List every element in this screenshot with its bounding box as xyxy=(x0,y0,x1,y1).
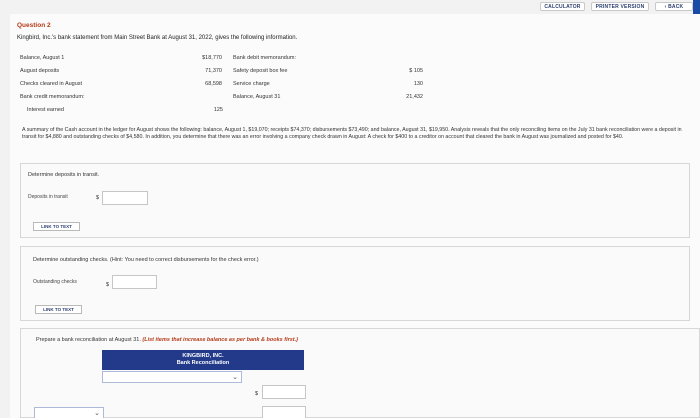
company-name: KINGBIRD, INC. xyxy=(182,353,224,359)
question-intro: Kingbird, Inc.'s bank statement from Mai… xyxy=(17,35,298,41)
fact-label: Bank debit memorandum: xyxy=(233,55,296,61)
fact-label: Bank credit memorandum: xyxy=(20,94,85,100)
link-to-text-button[interactable]: LINK TO TEXT xyxy=(33,222,80,231)
back-button[interactable]: ‹ BACK xyxy=(655,2,693,11)
statement-title: Bank Reconciliation xyxy=(176,360,230,366)
reconciliation-item-select-2[interactable]: ⌄ xyxy=(34,407,104,418)
currency-symbol: $ xyxy=(96,195,100,201)
cash-summary-paragraph: A summary of the Cash account in the led… xyxy=(22,127,682,140)
reconciliation-header: KINGBIRD, INC. Bank Reconciliation xyxy=(102,350,304,370)
question-title: Question 2 xyxy=(17,22,51,29)
chevron-down-icon: ⌄ xyxy=(94,410,100,417)
fact-label: Interest earned xyxy=(27,107,64,113)
fact-label: Service charge xyxy=(233,81,270,87)
top-toolbar: CALCULATOR PRINTER VERSION ‹ BACK xyxy=(0,0,700,14)
fact-label: Balance, August 31 xyxy=(233,94,281,100)
reconciliation-amount-input-2[interactable] xyxy=(262,406,306,418)
part3-instruction-text: Prepare a bank reconciliation at August … xyxy=(36,337,141,343)
chevron-down-icon: ⌄ xyxy=(232,374,238,381)
fact-value: $18,770 xyxy=(202,55,222,61)
part2-instruction: Determine outstanding checks. (Hint: You… xyxy=(33,257,259,263)
calculator-button[interactable]: CALCULATOR xyxy=(540,2,585,11)
part3-instruction: Prepare a bank reconciliation at August … xyxy=(36,337,298,343)
fact-value: 71,370 xyxy=(205,68,222,74)
deposits-in-transit-input[interactable] xyxy=(102,191,148,205)
fact-value: 68,598 xyxy=(205,81,222,87)
fact-label: Safety deposit box fee xyxy=(233,68,288,74)
fact-label: Balance, August 1 xyxy=(20,55,65,61)
printer-version-button[interactable]: PRINTER VERSION xyxy=(591,2,649,11)
fact-value: 125 xyxy=(213,107,223,113)
outstanding-checks-label: Outstanding checks xyxy=(33,279,77,285)
fact-value: 130 xyxy=(413,81,423,87)
currency-symbol: $ xyxy=(255,391,259,397)
fact-label: Checks cleared in August xyxy=(20,81,83,87)
deposits-in-transit-label: Deposits in transit xyxy=(28,194,68,200)
outstanding-checks-input[interactable] xyxy=(112,275,157,289)
link-to-text-button[interactable]: LINK TO TEXT xyxy=(35,305,82,314)
part1-instruction: Determine deposits in transit. xyxy=(28,172,100,178)
reconciliation-item-select[interactable]: ⌄ xyxy=(102,371,242,383)
fact-value: 21,432 xyxy=(406,94,423,100)
reconciliation-amount-input[interactable] xyxy=(262,385,306,399)
currency-symbol: $ xyxy=(106,282,110,288)
fact-value: $ 105 xyxy=(409,68,423,74)
part3-hint: (List items that increase balance as per… xyxy=(142,337,298,343)
fact-label: August deposits xyxy=(20,68,60,74)
